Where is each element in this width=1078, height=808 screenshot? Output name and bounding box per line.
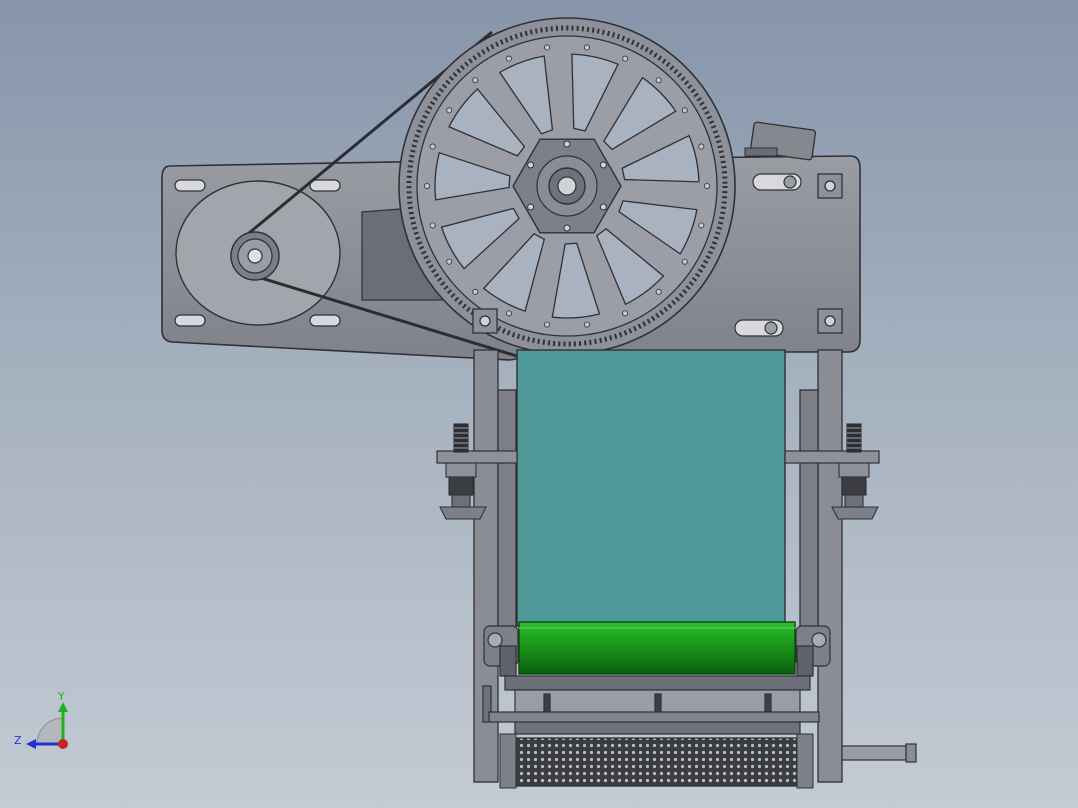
- rim-hole: [505, 55, 512, 62]
- cad-viewport[interactable]: Y Z: [0, 0, 1078, 808]
- triad-y-label: Y: [57, 690, 65, 703]
- motor-pulley: [230, 231, 280, 281]
- rim-hole: [544, 44, 551, 51]
- lower-shaft: [482, 675, 820, 735]
- rim-hole: [698, 143, 705, 150]
- view-orientation-triad[interactable]: Y Z: [14, 690, 68, 749]
- hub-bolt: [599, 161, 607, 169]
- rim-hole: [583, 321, 590, 328]
- rim-hole: [446, 107, 453, 114]
- hub-bolt: [563, 140, 571, 148]
- hub-bolt: [563, 224, 571, 232]
- large-timing-pulley: [398, 17, 736, 355]
- conveyor-belt: [516, 349, 786, 627]
- perforated-drum: [499, 733, 814, 789]
- output-shaft: [841, 743, 917, 763]
- rim-hole: [446, 258, 453, 265]
- rim-hole: [655, 288, 662, 295]
- rim-hole: [698, 222, 705, 229]
- machine-assembly-drawing: Y Z: [14, 17, 917, 789]
- rim-hole: [423, 182, 430, 189]
- rim-hole: [472, 77, 479, 84]
- hub-bolt: [599, 203, 607, 211]
- rim-hole: [681, 258, 688, 265]
- sensor-bracket: [744, 121, 817, 161]
- rim-hole: [583, 44, 590, 51]
- rim-hole: [622, 55, 629, 62]
- rim-hole: [429, 222, 436, 229]
- green-roller: [518, 621, 796, 675]
- rim-hole: [472, 288, 479, 295]
- rim-hole: [704, 182, 711, 189]
- hub-bolt: [527, 161, 535, 169]
- triad-arc: [36, 717, 64, 745]
- rim-hole: [655, 77, 662, 84]
- rim-hole: [544, 321, 551, 328]
- rim-hole: [681, 107, 688, 114]
- rim-hole: [622, 310, 629, 317]
- rim-hole: [429, 143, 436, 150]
- triad-z-label: Z: [14, 734, 22, 747]
- hub-bolt: [527, 203, 535, 211]
- rim-hole: [505, 310, 512, 317]
